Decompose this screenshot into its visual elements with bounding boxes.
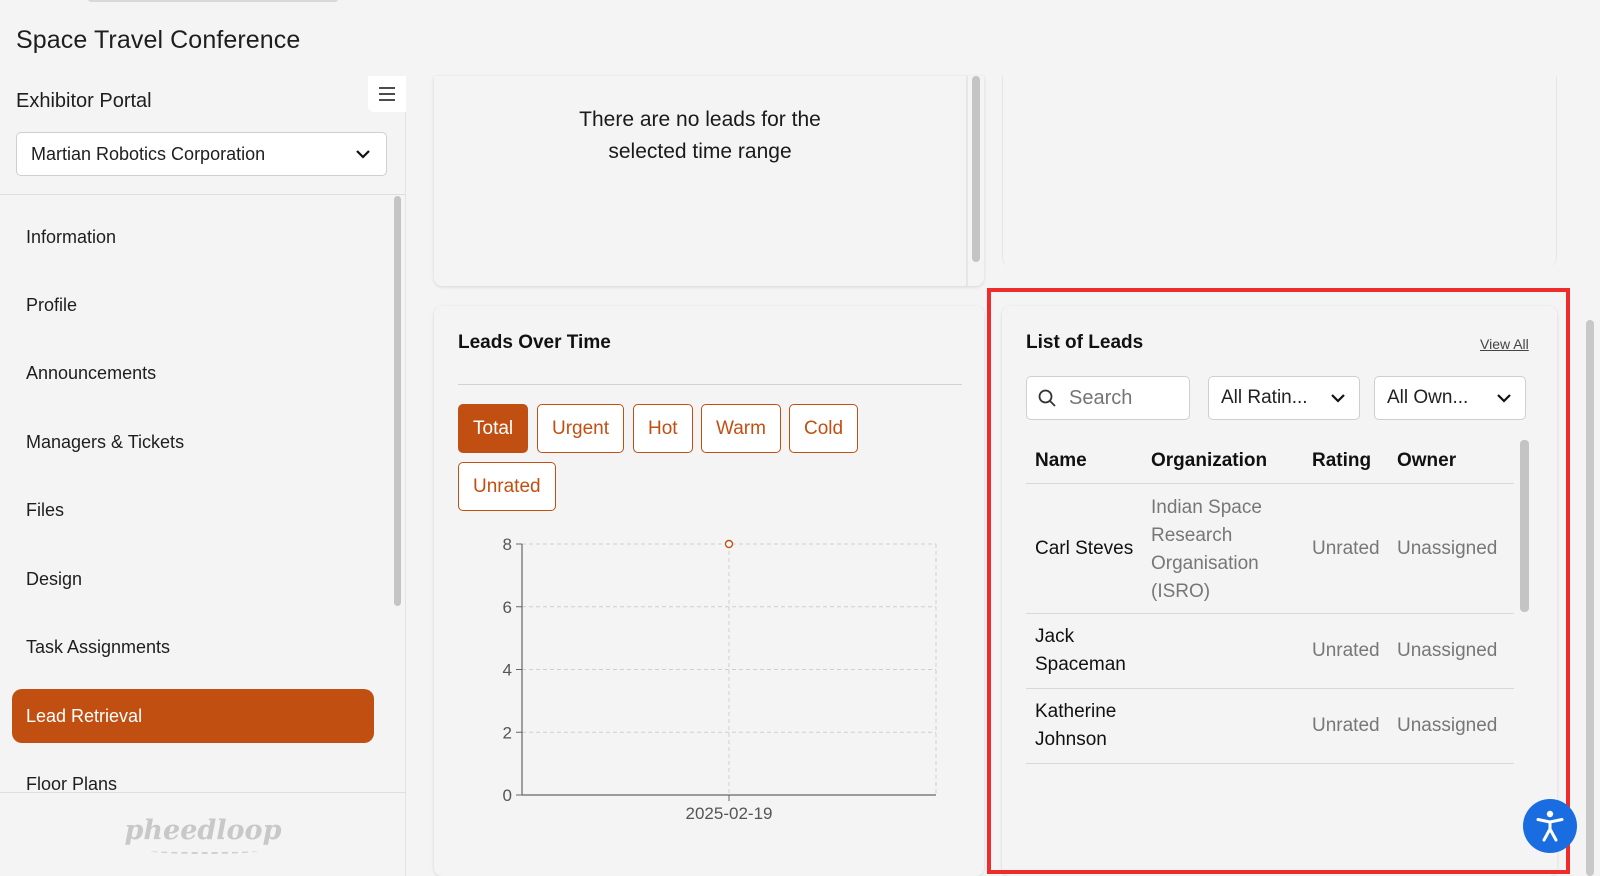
y-tick-label: 0 (503, 786, 512, 805)
rating-filter-dropdown[interactable]: All Ratin... (1208, 376, 1360, 420)
lead-name: Katherine Johnson (1035, 698, 1116, 754)
column-header-name[interactable]: Name (1035, 450, 1087, 472)
menu-toggle-button[interactable] (368, 76, 406, 112)
lead-organization-line: Research (1151, 525, 1233, 546)
sidebar-item-files[interactable]: Files (12, 483, 374, 537)
brand-logo: pheedloop (124, 814, 282, 846)
sidebar-item-label: Design (26, 568, 83, 589)
lead-owner: Unassigned (1397, 640, 1498, 661)
lead-search-input[interactable] (1069, 386, 1169, 410)
y-tick-label: 4 (503, 661, 512, 680)
sidebar-item-label: Files (26, 499, 65, 520)
page-scrollbar[interactable] (1584, 76, 1596, 876)
page-scrollbar-thumb[interactable] (1586, 320, 1594, 876)
sidebar-item-floor-plans[interactable]: Floor Plans (12, 757, 374, 793)
lead-name-line: Katherine (1035, 701, 1117, 722)
lead-owner: Unassigned (1397, 538, 1498, 559)
sidebar-item-design[interactable]: Design (12, 552, 374, 606)
lead-name-line: Johnson (1035, 729, 1107, 750)
leads-over-time-chart: 0 2 4 6 8 2025-02-19 (503, 535, 937, 823)
view-all-link[interactable]: View All (1480, 336, 1529, 352)
lead-name-line: Jack (1035, 626, 1075, 647)
hamburger-icon (379, 87, 395, 101)
leads-empty-card: There are no leads for the selected time… (434, 76, 984, 286)
y-tick-label: 2 (503, 723, 512, 742)
app-title: Space Travel Conference (16, 26, 301, 54)
sidebar-item-managers-tickets[interactable]: Managers & Tickets (12, 415, 374, 469)
organization-select[interactable]: Martian Robotics Corporation (16, 132, 387, 176)
sidebar-item-label: Profile (26, 294, 78, 315)
sidebar-item-label: Information (26, 226, 117, 247)
sidebar-item-lead-retrieval[interactable]: Lead Retrieval (12, 689, 374, 743)
sidebar-scrollbar[interactable] (392, 196, 402, 606)
lead-rating: Unrated (1312, 715, 1380, 736)
lead-organization-line: Organisation (1151, 553, 1259, 574)
accessibility-button[interactable] (1523, 799, 1577, 853)
data-point (724, 539, 734, 549)
leads-table-scrollbar[interactable] (1520, 440, 1529, 612)
lead-search-box[interactable] (1026, 376, 1190, 420)
column-header-owner[interactable]: Owner (1397, 450, 1456, 472)
chevron-down-icon (1497, 394, 1511, 403)
empty-state-line-2: selected time range (608, 140, 792, 163)
owner-filter-value: All Own... (1387, 387, 1469, 408)
lead-organization: Indian Space Research Organisation (ISRO… (1151, 494, 1262, 606)
lead-rating: Unrated (1312, 538, 1380, 559)
sidebar: Exhibitor Portal Martian Robotics Corpor… (0, 76, 406, 876)
column-header-rating[interactable]: Rating (1312, 450, 1371, 472)
empty-state-message: There are no leads for the selected time… (434, 104, 966, 168)
empty-state-line-1: There are no leads for the (579, 108, 821, 131)
sidebar-item-label: Task Assignments (26, 636, 171, 657)
sidebar-item-information[interactable]: Information (12, 210, 374, 264)
lead-organization-line: (ISRO) (1151, 581, 1211, 602)
table-row[interactable]: Jack Spaceman Unrated Unassigned (1026, 614, 1514, 689)
lead-name: Jack Spaceman (1035, 623, 1126, 679)
y-tick-label: 8 (503, 535, 512, 554)
lead-owner: Unassigned (1397, 715, 1498, 736)
x-tick-label: 2025-02-19 (686, 804, 773, 823)
sidebar-scrollbar-thumb[interactable] (394, 196, 401, 606)
chevron-down-icon (356, 150, 370, 159)
table-row[interactable]: Carl Steves Indian Space Research Organi… (1026, 484, 1514, 614)
top-right-card (1002, 76, 1557, 266)
portal-label: Exhibitor Portal (16, 90, 152, 112)
search-icon (1038, 389, 1056, 407)
leads-over-time-card: Leads Over Time Total Urgent Hot Warm Co… (434, 306, 984, 876)
lead-organization-line: Indian Space (1151, 497, 1262, 518)
leads-table: Name Organization Rating Owner Carl Stev… (1026, 438, 1514, 784)
owner-filter-dropdown[interactable]: All Own... (1374, 376, 1526, 420)
organization-select-value: Martian Robotics Corporation (31, 143, 266, 164)
y-tick-label: 6 (503, 598, 512, 617)
sidebar-item-label: Managers & Tickets (26, 431, 185, 452)
sidebar-item-task-assignments[interactable]: Task Assignments (12, 620, 374, 674)
lead-rating: Unrated (1312, 640, 1380, 661)
chevron-down-icon (1331, 394, 1345, 403)
lead-name: Carl Steves (1035, 538, 1134, 559)
rating-filter-value: All Ratin... (1221, 387, 1308, 408)
card-separator (966, 76, 968, 286)
list-of-leads-card: List of Leads View All All Ratin... All … (1002, 306, 1557, 876)
lead-name-line: Spaceman (1035, 654, 1126, 675)
table-row[interactable]: Katherine Johnson Unrated Unassigned (1026, 689, 1514, 764)
empty-card-scrollbar[interactable] (972, 76, 980, 262)
list-of-leads-title: List of Leads (1026, 332, 1144, 353)
leads-table-header: Name Organization Rating Owner (1026, 438, 1514, 484)
sidebar-item-announcements[interactable]: Announcements (12, 346, 374, 400)
sidebar-item-label: Announcements (26, 362, 157, 383)
sidebar-bottom-divider (0, 792, 406, 793)
top-logo-fragment (88, 0, 338, 2)
sidebar-item-label: Floor Plans (26, 773, 118, 793)
accessibility-icon (1536, 810, 1564, 842)
column-header-organization[interactable]: Organization (1151, 450, 1267, 472)
sidebar-nav: Information Profile Announcements Manage… (0, 195, 392, 792)
sidebar-item-label: Lead Retrieval (26, 705, 143, 726)
sidebar-item-profile[interactable]: Profile (12, 278, 374, 332)
brand-logo-swoosh (150, 848, 258, 854)
